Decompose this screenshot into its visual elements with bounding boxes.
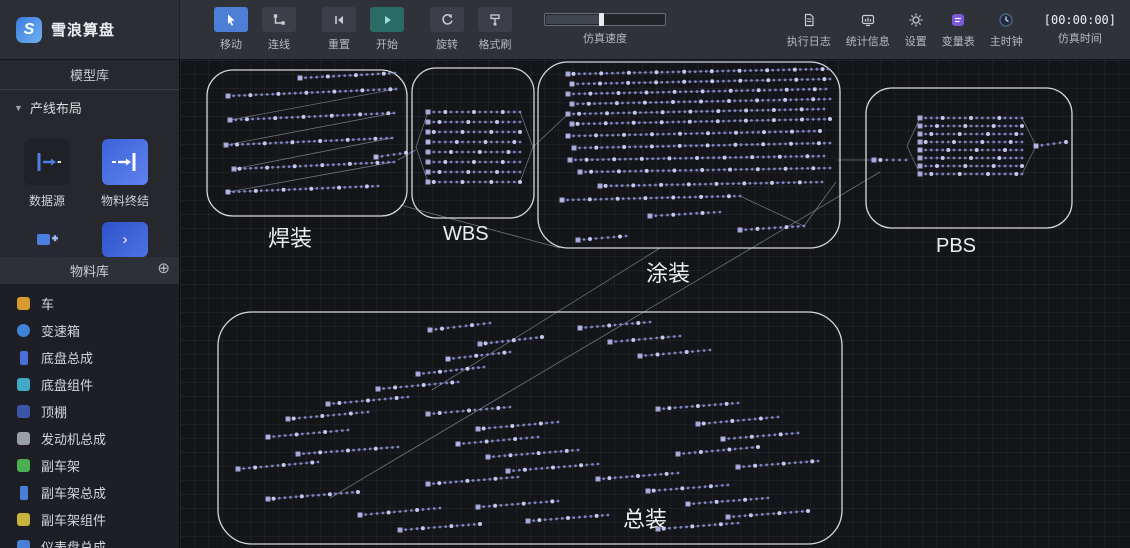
flow-link	[520, 112, 533, 147]
chevron-down-icon: ▼	[14, 103, 23, 113]
flow-diagram[interactable]: 焊装 WBS 涂装 PBS 总装	[180, 60, 1130, 548]
app-logo: S 雪浪算盘	[0, 0, 180, 59]
connect-tool-button[interactable]: 连线	[262, 7, 296, 52]
flow-link	[1022, 146, 1036, 174]
material-list: 车 变速箱 底盘总成 底盘组件 顶棚 发动机总成 副车架 副车架总成 副车架组件…	[0, 284, 179, 548]
brush-icon	[478, 7, 512, 32]
model-tile-datasource[interactable]: 数据源	[16, 139, 78, 209]
connect-line-icon	[262, 7, 296, 32]
gear-icon	[908, 11, 924, 29]
model-tile-material-end[interactable]: 物料终结	[94, 139, 156, 209]
model-tile-partial-2[interactable]: ›	[94, 222, 156, 257]
stats-button[interactable]: 统计信息	[846, 11, 890, 49]
reset-button[interactable]: 重置	[322, 7, 356, 52]
sim-time-value: [00:00:00]	[1044, 13, 1116, 27]
list-item[interactable]: 底盘总成	[0, 344, 179, 371]
sim-speed-handle[interactable]	[599, 13, 604, 26]
sidebar: 模型库 ▼ 产线布局 数据源 物料终结 › 物料库 ⊕	[0, 60, 180, 548]
section-tuzhuang: 涂装	[538, 62, 840, 286]
play-icon	[370, 7, 404, 32]
model-tiles: 数据源 物料终结	[0, 119, 179, 209]
material-library-header: 物料库 ⊕	[0, 257, 179, 284]
sim-speed-control: 仿真速度	[544, 13, 666, 46]
list-item[interactable]: 顶棚	[0, 398, 179, 425]
rotate-button[interactable]: 旋转	[430, 7, 464, 52]
cursor-icon	[214, 7, 248, 32]
sim-time-display: [00:00:00] 仿真时间	[1044, 13, 1116, 46]
move-tool-button[interactable]: 移动	[214, 7, 248, 52]
stats-icon	[860, 11, 876, 29]
flow-link	[226, 113, 394, 145]
model-tile-partial-1[interactable]	[16, 222, 78, 257]
rotate-icon	[430, 7, 464, 32]
toolbar-left: 移动 连线 重置 开始	[180, 0, 666, 59]
flow-link	[1022, 118, 1036, 146]
material-icon	[17, 378, 30, 391]
settings-button[interactable]: 设置	[905, 11, 927, 49]
app-logo-icon: S	[16, 17, 42, 43]
material-icon	[17, 432, 30, 445]
skip-back-icon	[322, 7, 356, 32]
flow-link	[330, 172, 880, 498]
list-item[interactable]: 副车架总成	[0, 479, 179, 506]
material-icon	[17, 297, 30, 310]
sim-speed-fill	[546, 15, 600, 24]
machine-icon	[24, 222, 70, 257]
section-hanzhuang: 焊装	[207, 70, 407, 251]
flow-link	[234, 138, 392, 169]
simulation-canvas[interactable]: 焊装 WBS 涂装 PBS 总装	[180, 60, 1130, 548]
format-brush-button[interactable]: 格式刷	[478, 7, 512, 52]
model-tiles-partial: ›	[0, 222, 179, 257]
group-production-line-layout[interactable]: ▼ 产线布局	[0, 90, 179, 119]
material-end-icon	[102, 139, 148, 185]
add-material-button[interactable]: ⊕	[157, 261, 170, 276]
variable-table-icon	[950, 11, 966, 29]
section-wbs: WBS	[374, 68, 535, 245]
flow-link	[740, 196, 804, 226]
material-icon	[17, 324, 30, 337]
section-pbs: PBS	[866, 88, 1072, 257]
section-label: WBS	[443, 223, 489, 245]
flow-link	[520, 147, 533, 182]
section-zongzhuang: 总装	[218, 312, 842, 544]
main-clock-button[interactable]: 主时钟	[990, 11, 1023, 49]
flow-link	[804, 182, 836, 226]
model-library-header: 模型库	[0, 60, 179, 90]
list-item[interactable]: 副车架组件	[0, 506, 179, 533]
section-label: PBS	[936, 235, 976, 257]
list-item[interactable]: 车	[0, 290, 179, 317]
top-toolbar: S 雪浪算盘 移动 连线 重置	[0, 0, 1130, 60]
app-title: 雪浪算盘	[51, 19, 115, 40]
clock-icon	[998, 11, 1014, 29]
toolbar-right: 执行日志 统计信息 设置 变量表 主时钟 [00:00:	[787, 0, 1130, 59]
list-item[interactable]: 变速箱	[0, 317, 179, 344]
section-label: 焊装	[268, 226, 312, 251]
list-item[interactable]: 底盘组件	[0, 371, 179, 398]
sim-speed-slider[interactable]	[544, 13, 666, 26]
material-icon	[20, 351, 28, 365]
datasource-icon	[24, 139, 70, 185]
list-item[interactable]: 发动机总成	[0, 425, 179, 452]
material-icon	[17, 513, 30, 526]
document-icon	[801, 11, 817, 29]
list-item[interactable]: 仪表盘总成	[0, 533, 179, 548]
section-label: 涂装	[646, 261, 690, 286]
material-icon	[17, 405, 30, 418]
exec-log-button[interactable]: 执行日志	[787, 11, 831, 49]
list-item[interactable]: 副车架	[0, 452, 179, 479]
start-button[interactable]: 开始	[370, 7, 404, 52]
material-icon	[20, 486, 28, 500]
material-icon	[17, 459, 30, 472]
variable-table-button[interactable]: 变量表	[942, 11, 975, 49]
chevron-right-icon: ›	[102, 222, 148, 257]
material-icon	[17, 540, 30, 548]
section-outline	[218, 312, 842, 544]
